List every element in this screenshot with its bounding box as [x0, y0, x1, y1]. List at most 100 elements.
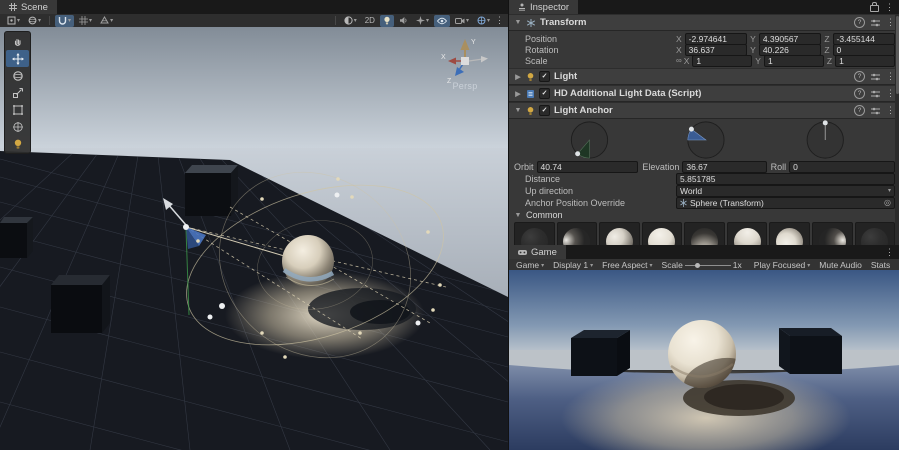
- tool-handle-pivot-button[interactable]: ▾: [4, 15, 23, 27]
- help-icon[interactable]: ?: [854, 105, 865, 116]
- inspector-scrollbar[interactable]: [895, 14, 899, 245]
- help-icon[interactable]: ?: [854, 71, 865, 82]
- hd-light-data-header[interactable]: ▶ ✓ HD Additional Light Data (Script) ? …: [509, 85, 899, 102]
- rotate-tool-button[interactable]: [6, 67, 29, 84]
- component-more-icon[interactable]: ⋮: [886, 106, 895, 115]
- view-tool-button[interactable]: [6, 33, 29, 50]
- help-icon[interactable]: ?: [854, 88, 865, 99]
- scene-more-icon[interactable]: ⋮: [495, 16, 504, 25]
- rotation-y-field[interactable]: 40.226: [759, 44, 821, 56]
- light-preset-7[interactable]: [812, 222, 853, 245]
- up-direction-dropdown[interactable]: World ▾: [676, 185, 895, 197]
- light-anchor-header[interactable]: ▼ ✓ Light Anchor ? ⋮: [509, 102, 899, 119]
- hd-light-data-enabled-checkbox[interactable]: ✓: [539, 88, 550, 99]
- scene-object-cube-left[interactable]: [0, 217, 33, 258]
- light-preset-8[interactable]: [855, 222, 896, 245]
- scale-slider[interactable]: [685, 260, 731, 270]
- scene-camera-button[interactable]: ▾: [452, 15, 472, 27]
- snap-increment-button[interactable]: ▾: [97, 15, 116, 27]
- scene-object-cube-far[interactable]: [185, 165, 238, 216]
- light-preset-4[interactable]: [684, 222, 725, 245]
- transform-tool-button[interactable]: [6, 118, 29, 135]
- orientation-gizmo[interactable]: Y X Z Persp: [430, 33, 500, 95]
- scale-z-field[interactable]: 1: [835, 55, 895, 67]
- lock-icon[interactable]: [870, 5, 879, 12]
- tab-scene[interactable]: Scene: [0, 0, 57, 14]
- scene-gizmos-button[interactable]: ▾: [474, 15, 493, 27]
- anchor-override-object-field[interactable]: Sphere (Transform) ◎: [676, 197, 895, 209]
- grid-snap-button[interactable]: ▾: [55, 15, 74, 27]
- 2d-toggle[interactable]: 2D: [362, 15, 378, 27]
- light-anchor-enabled-checkbox[interactable]: ✓: [539, 105, 550, 116]
- display-dropdown[interactable]: Display 1 ▾: [550, 260, 596, 270]
- help-icon[interactable]: ?: [854, 17, 865, 28]
- rotation-x-field[interactable]: 36.637: [685, 44, 747, 56]
- scale-tool-button[interactable]: [6, 84, 29, 101]
- position-x-field[interactable]: -2.974641: [685, 33, 747, 45]
- game-viewport[interactable]: [509, 270, 899, 450]
- orbit-field[interactable]: 40.74: [537, 161, 639, 173]
- chevron-down-icon: ▾: [541, 262, 544, 269]
- elevation-field[interactable]: 36.67: [682, 161, 766, 173]
- uniform-scale-link-icon[interactable]: ∞: [676, 56, 682, 65]
- tab-game[interactable]: Game: [509, 245, 566, 259]
- scale-y-field[interactable]: 1: [764, 55, 824, 67]
- position-row: Position X -2.974641 Y 4.390567 Z -3.455…: [509, 33, 899, 44]
- preset-icon[interactable]: [871, 90, 880, 98]
- scale-x-field[interactable]: 1: [692, 55, 752, 67]
- preset-icon[interactable]: [871, 19, 880, 27]
- shading-mode-button[interactable]: ▾: [341, 15, 360, 27]
- preset-icon[interactable]: [871, 107, 880, 115]
- light-anchor-tool-button[interactable]: [6, 135, 29, 152]
- orbit-dial[interactable]: [571, 122, 607, 158]
- transform-header[interactable]: ▼ Transform ? ⋮: [509, 14, 899, 31]
- foldout-icon[interactable]: ▼: [514, 107, 522, 114]
- distance-field[interactable]: 5.851785: [676, 173, 895, 185]
- light-preset-5[interactable]: [727, 222, 768, 245]
- object-picker-icon[interactable]: ◎: [884, 198, 891, 208]
- scene-lighting-toggle[interactable]: [380, 15, 394, 27]
- light-preset-3[interactable]: [642, 222, 683, 245]
- tab-inspector[interactable]: Inspector: [509, 0, 578, 14]
- grid-visibility-button[interactable]: ▾: [76, 15, 95, 27]
- light-preset-2[interactable]: [599, 222, 640, 245]
- light-preset-1[interactable]: [557, 222, 598, 245]
- preset-icon[interactable]: [871, 73, 880, 81]
- scene-object-cube-near[interactable]: [51, 275, 110, 333]
- tool-handle-rotation-button[interactable]: ▾: [25, 15, 44, 27]
- scene-visibility-toggle[interactable]: [434, 15, 450, 27]
- orbit-label: Orbit: [514, 162, 534, 172]
- light-enabled-checkbox[interactable]: ✓: [539, 71, 550, 82]
- scene-effects-button[interactable]: ▾: [413, 15, 432, 27]
- component-more-icon[interactable]: ⋮: [886, 89, 895, 98]
- position-z-field[interactable]: -3.455144: [833, 33, 895, 45]
- perspective-label[interactable]: Persp: [452, 81, 477, 91]
- inspector-tab-label: Inspector: [530, 2, 569, 13]
- scale-slider-handle[interactable]: [695, 263, 700, 268]
- aspect-dropdown[interactable]: Free Aspect ▾: [599, 260, 655, 270]
- rotation-z-field[interactable]: 0: [833, 44, 895, 56]
- scene-viewport[interactable]: Y X Z Persp: [0, 27, 508, 450]
- mute-audio-button[interactable]: Mute Audio: [816, 260, 865, 270]
- foldout-icon[interactable]: ▼: [514, 19, 522, 26]
- inspector-more-icon[interactable]: ⋮: [885, 3, 894, 12]
- stats-button[interactable]: Stats: [868, 260, 893, 270]
- scene-audio-toggle[interactable]: [396, 15, 411, 27]
- foldout-icon[interactable]: ▶: [514, 73, 522, 81]
- position-y-field[interactable]: 4.390567: [759, 33, 821, 45]
- light-component-header[interactable]: ▶ ✓ Light ? ⋮: [509, 68, 899, 85]
- component-more-icon[interactable]: ⋮: [886, 18, 895, 27]
- roll-field[interactable]: 0: [789, 161, 895, 173]
- component-more-icon[interactable]: ⋮: [886, 72, 895, 81]
- game-more-icon[interactable]: ⋮: [885, 248, 894, 257]
- elevation-dial[interactable]: [688, 122, 724, 158]
- play-focused-dropdown[interactable]: Play Focused ▾: [751, 260, 814, 270]
- light-preset-6[interactable]: [769, 222, 810, 245]
- common-foldout[interactable]: ▼ Common: [509, 209, 899, 221]
- roll-dial[interactable]: [807, 120, 843, 158]
- rect-tool-button[interactable]: [6, 101, 29, 118]
- light-preset-0[interactable]: [514, 222, 555, 245]
- game-view-dropdown[interactable]: Game ▾: [513, 260, 547, 270]
- foldout-icon[interactable]: ▶: [514, 90, 522, 98]
- move-tool-button[interactable]: [6, 50, 29, 67]
